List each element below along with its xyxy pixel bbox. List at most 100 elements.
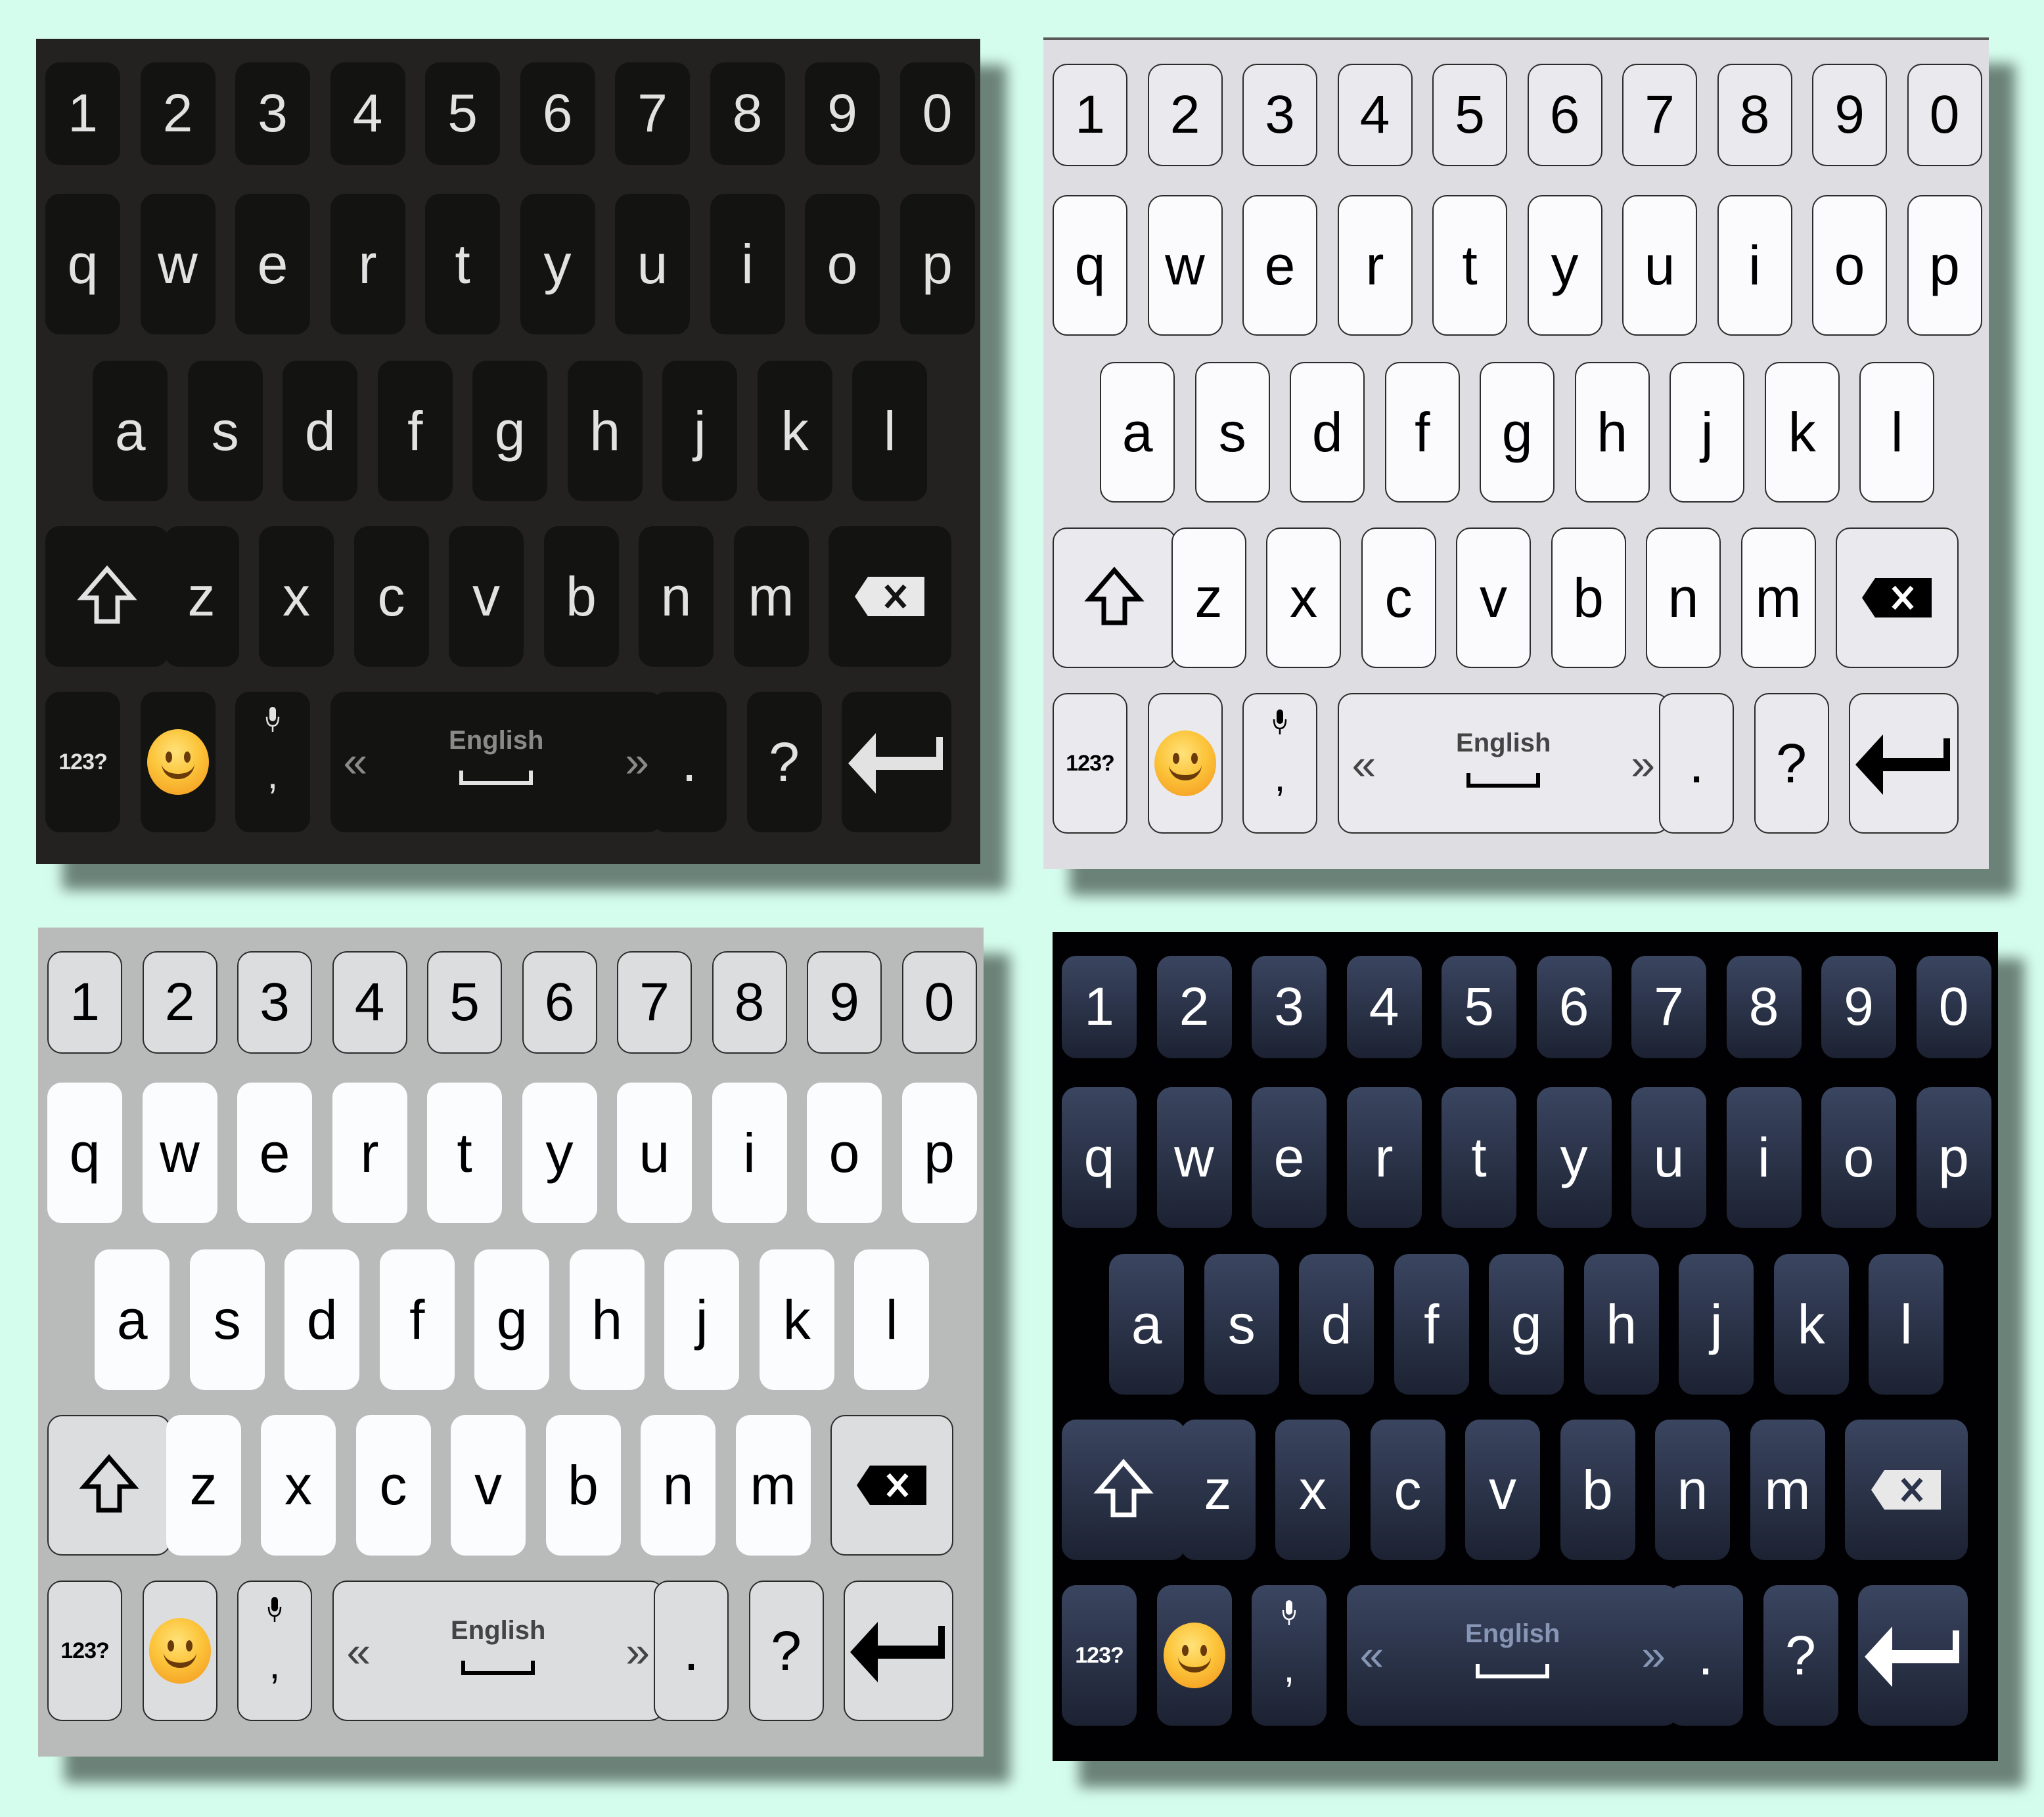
comma-mic-key[interactable]: ,: [235, 692, 310, 832]
key-l[interactable]: l: [1859, 362, 1935, 503]
symbols-key[interactable]: 123?: [47, 1581, 122, 1721]
key-7[interactable]: 7: [1631, 956, 1706, 1058]
comma-mic-key[interactable]: ,: [237, 1581, 312, 1721]
key-c[interactable]: c: [1361, 527, 1436, 668]
shift-key[interactable]: [47, 1415, 171, 1556]
key-0[interactable]: 0: [899, 62, 975, 165]
key-s[interactable]: s: [1194, 362, 1270, 503]
key-k[interactable]: k: [759, 1249, 834, 1390]
key-5[interactable]: 5: [1442, 956, 1516, 1058]
key-r[interactable]: r: [332, 1083, 407, 1223]
key-7[interactable]: 7: [615, 62, 690, 165]
key-x[interactable]: x: [259, 526, 334, 667]
key-n[interactable]: n: [1655, 1420, 1730, 1560]
key-t[interactable]: t: [425, 194, 500, 334]
key-5[interactable]: 5: [427, 951, 502, 1054]
space-key[interactable]: «English»: [332, 1581, 664, 1721]
key-4[interactable]: 4: [330, 62, 405, 165]
key-l[interactable]: l: [854, 1249, 930, 1390]
key-g[interactable]: g: [1489, 1254, 1564, 1395]
key-n[interactable]: n: [1646, 527, 1721, 668]
key-4[interactable]: 4: [1346, 956, 1422, 1058]
key-6[interactable]: 6: [520, 62, 595, 165]
key-q[interactable]: q: [1062, 1087, 1137, 1228]
key-s[interactable]: s: [1204, 1254, 1279, 1395]
key-1[interactable]: 1: [47, 951, 122, 1054]
emoji-key[interactable]: [1156, 1585, 1232, 1726]
backspace-key[interactable]: [830, 1415, 953, 1556]
key-e[interactable]: e: [235, 194, 310, 334]
comma-mic-key[interactable]: ,: [1242, 693, 1317, 834]
backspace-key[interactable]: [829, 526, 951, 667]
key-j[interactable]: j: [1669, 362, 1745, 503]
key-b[interactable]: b: [543, 526, 619, 667]
period-key[interactable]: .: [654, 1581, 729, 1721]
emoji-key[interactable]: [140, 692, 216, 832]
key-l[interactable]: l: [1869, 1254, 1944, 1395]
key-f[interactable]: f: [1394, 1254, 1469, 1395]
key-i[interactable]: i: [710, 194, 785, 334]
key-z[interactable]: z: [1180, 1420, 1256, 1560]
key-a[interactable]: a: [95, 1249, 170, 1390]
key-b[interactable]: b: [545, 1415, 621, 1556]
key-3[interactable]: 3: [235, 62, 310, 165]
key-6[interactable]: 6: [522, 951, 597, 1054]
key-9[interactable]: 9: [805, 62, 880, 165]
key-9[interactable]: 9: [1821, 956, 1896, 1058]
symbols-key[interactable]: 123?: [45, 692, 120, 832]
key-v[interactable]: v: [449, 526, 524, 667]
key-t[interactable]: t: [427, 1083, 502, 1223]
key-i[interactable]: i: [1717, 195, 1792, 336]
question-key[interactable]: ?: [1763, 1585, 1838, 1726]
key-6[interactable]: 6: [1527, 64, 1602, 166]
key-8[interactable]: 8: [1726, 956, 1802, 1058]
key-4[interactable]: 4: [1337, 64, 1413, 166]
key-r[interactable]: r: [1346, 1087, 1422, 1228]
key-e[interactable]: e: [237, 1083, 312, 1223]
key-o[interactable]: o: [807, 1083, 882, 1223]
key-u[interactable]: u: [1622, 195, 1697, 336]
question-key[interactable]: ?: [748, 1581, 824, 1721]
enter-key[interactable]: [1849, 693, 1959, 834]
key-y[interactable]: y: [1536, 1087, 1612, 1228]
key-y[interactable]: y: [522, 1083, 597, 1223]
key-0[interactable]: 0: [1916, 956, 1991, 1058]
key-3[interactable]: 3: [1242, 64, 1317, 166]
key-p[interactable]: p: [899, 194, 975, 334]
key-e[interactable]: e: [1252, 1087, 1327, 1228]
key-m[interactable]: m: [733, 526, 809, 667]
key-v[interactable]: v: [451, 1415, 526, 1556]
key-3[interactable]: 3: [1252, 956, 1327, 1058]
key-8[interactable]: 8: [1717, 64, 1792, 166]
key-o[interactable]: o: [1812, 195, 1887, 336]
key-i[interactable]: i: [712, 1083, 787, 1223]
key-2[interactable]: 2: [140, 62, 216, 165]
key-u[interactable]: u: [617, 1083, 692, 1223]
shift-key[interactable]: [45, 526, 169, 667]
key-5[interactable]: 5: [425, 62, 500, 165]
key-a[interactable]: a: [1109, 1254, 1185, 1395]
key-o[interactable]: o: [1821, 1087, 1896, 1228]
key-u[interactable]: u: [1631, 1087, 1706, 1228]
key-z[interactable]: z: [164, 526, 239, 667]
key-d[interactable]: d: [284, 1249, 360, 1390]
key-q[interactable]: q: [1053, 195, 1127, 336]
shift-key[interactable]: [1053, 527, 1176, 668]
period-key[interactable]: .: [1659, 693, 1734, 834]
key-d[interactable]: d: [283, 361, 358, 501]
key-a[interactable]: a: [93, 361, 168, 501]
key-c[interactable]: c: [355, 1415, 431, 1556]
key-c[interactable]: c: [353, 526, 429, 667]
key-z[interactable]: z: [1171, 527, 1246, 668]
key-u[interactable]: u: [615, 194, 690, 334]
key-8[interactable]: 8: [710, 62, 785, 165]
space-key[interactable]: «English»: [1337, 693, 1669, 834]
key-s[interactable]: s: [189, 1249, 265, 1390]
key-m[interactable]: m: [1750, 1420, 1825, 1560]
key-g[interactable]: g: [474, 1249, 550, 1390]
key-0[interactable]: 0: [901, 951, 977, 1054]
space-key[interactable]: «English»: [1346, 1585, 1679, 1726]
key-r[interactable]: r: [330, 194, 405, 334]
key-h[interactable]: h: [569, 1249, 645, 1390]
key-1[interactable]: 1: [45, 62, 120, 165]
